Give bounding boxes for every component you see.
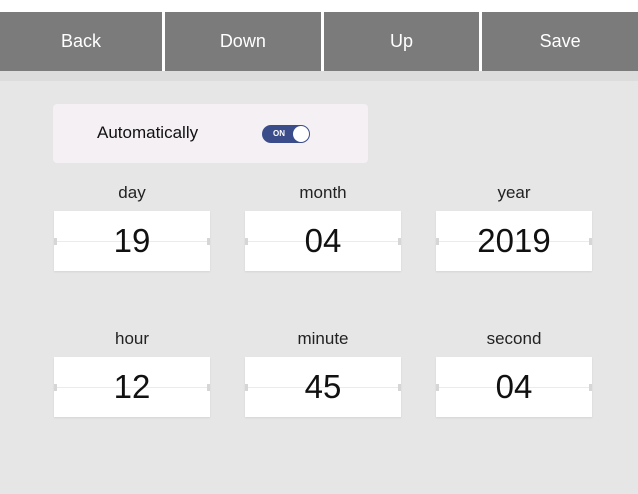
second-value: 04 xyxy=(495,368,533,405)
second-field[interactable]: 04 xyxy=(436,357,592,417)
minute-field[interactable]: 45 xyxy=(245,357,401,417)
day-label: day xyxy=(118,183,146,202)
minute-value: 45 xyxy=(304,368,342,405)
year-field[interactable]: 2019 xyxy=(436,211,592,271)
toggle-knob xyxy=(293,126,309,142)
minute-label: minute xyxy=(297,329,349,348)
top-strip xyxy=(0,0,638,12)
month-value: 04 xyxy=(304,222,342,259)
hour-label: hour xyxy=(114,329,150,348)
month-field[interactable]: 04 xyxy=(245,211,401,271)
save-button[interactable]: Save xyxy=(482,12,638,71)
hour-field[interactable]: 12 xyxy=(54,357,210,417)
auto-panel: Automatically ON xyxy=(53,104,368,163)
toggle-state-text: ON xyxy=(273,129,285,138)
toolbar-shadow xyxy=(0,71,638,81)
back-button[interactable]: Back xyxy=(0,12,162,71)
second-label: second xyxy=(486,329,542,348)
auto-toggle[interactable]: ON xyxy=(262,125,310,143)
month-label: month xyxy=(299,183,347,202)
year-label: year xyxy=(497,183,531,202)
toolbar: Back Down Up Save xyxy=(0,12,638,71)
hour-value: 12 xyxy=(113,368,151,405)
down-button[interactable]: Down xyxy=(165,12,321,71)
up-button[interactable]: Up xyxy=(323,12,480,71)
year-value: 2019 xyxy=(477,222,551,259)
day-value: 19 xyxy=(113,222,151,259)
day-field[interactable]: 19 xyxy=(54,211,210,271)
auto-label: Automatically xyxy=(97,123,199,142)
